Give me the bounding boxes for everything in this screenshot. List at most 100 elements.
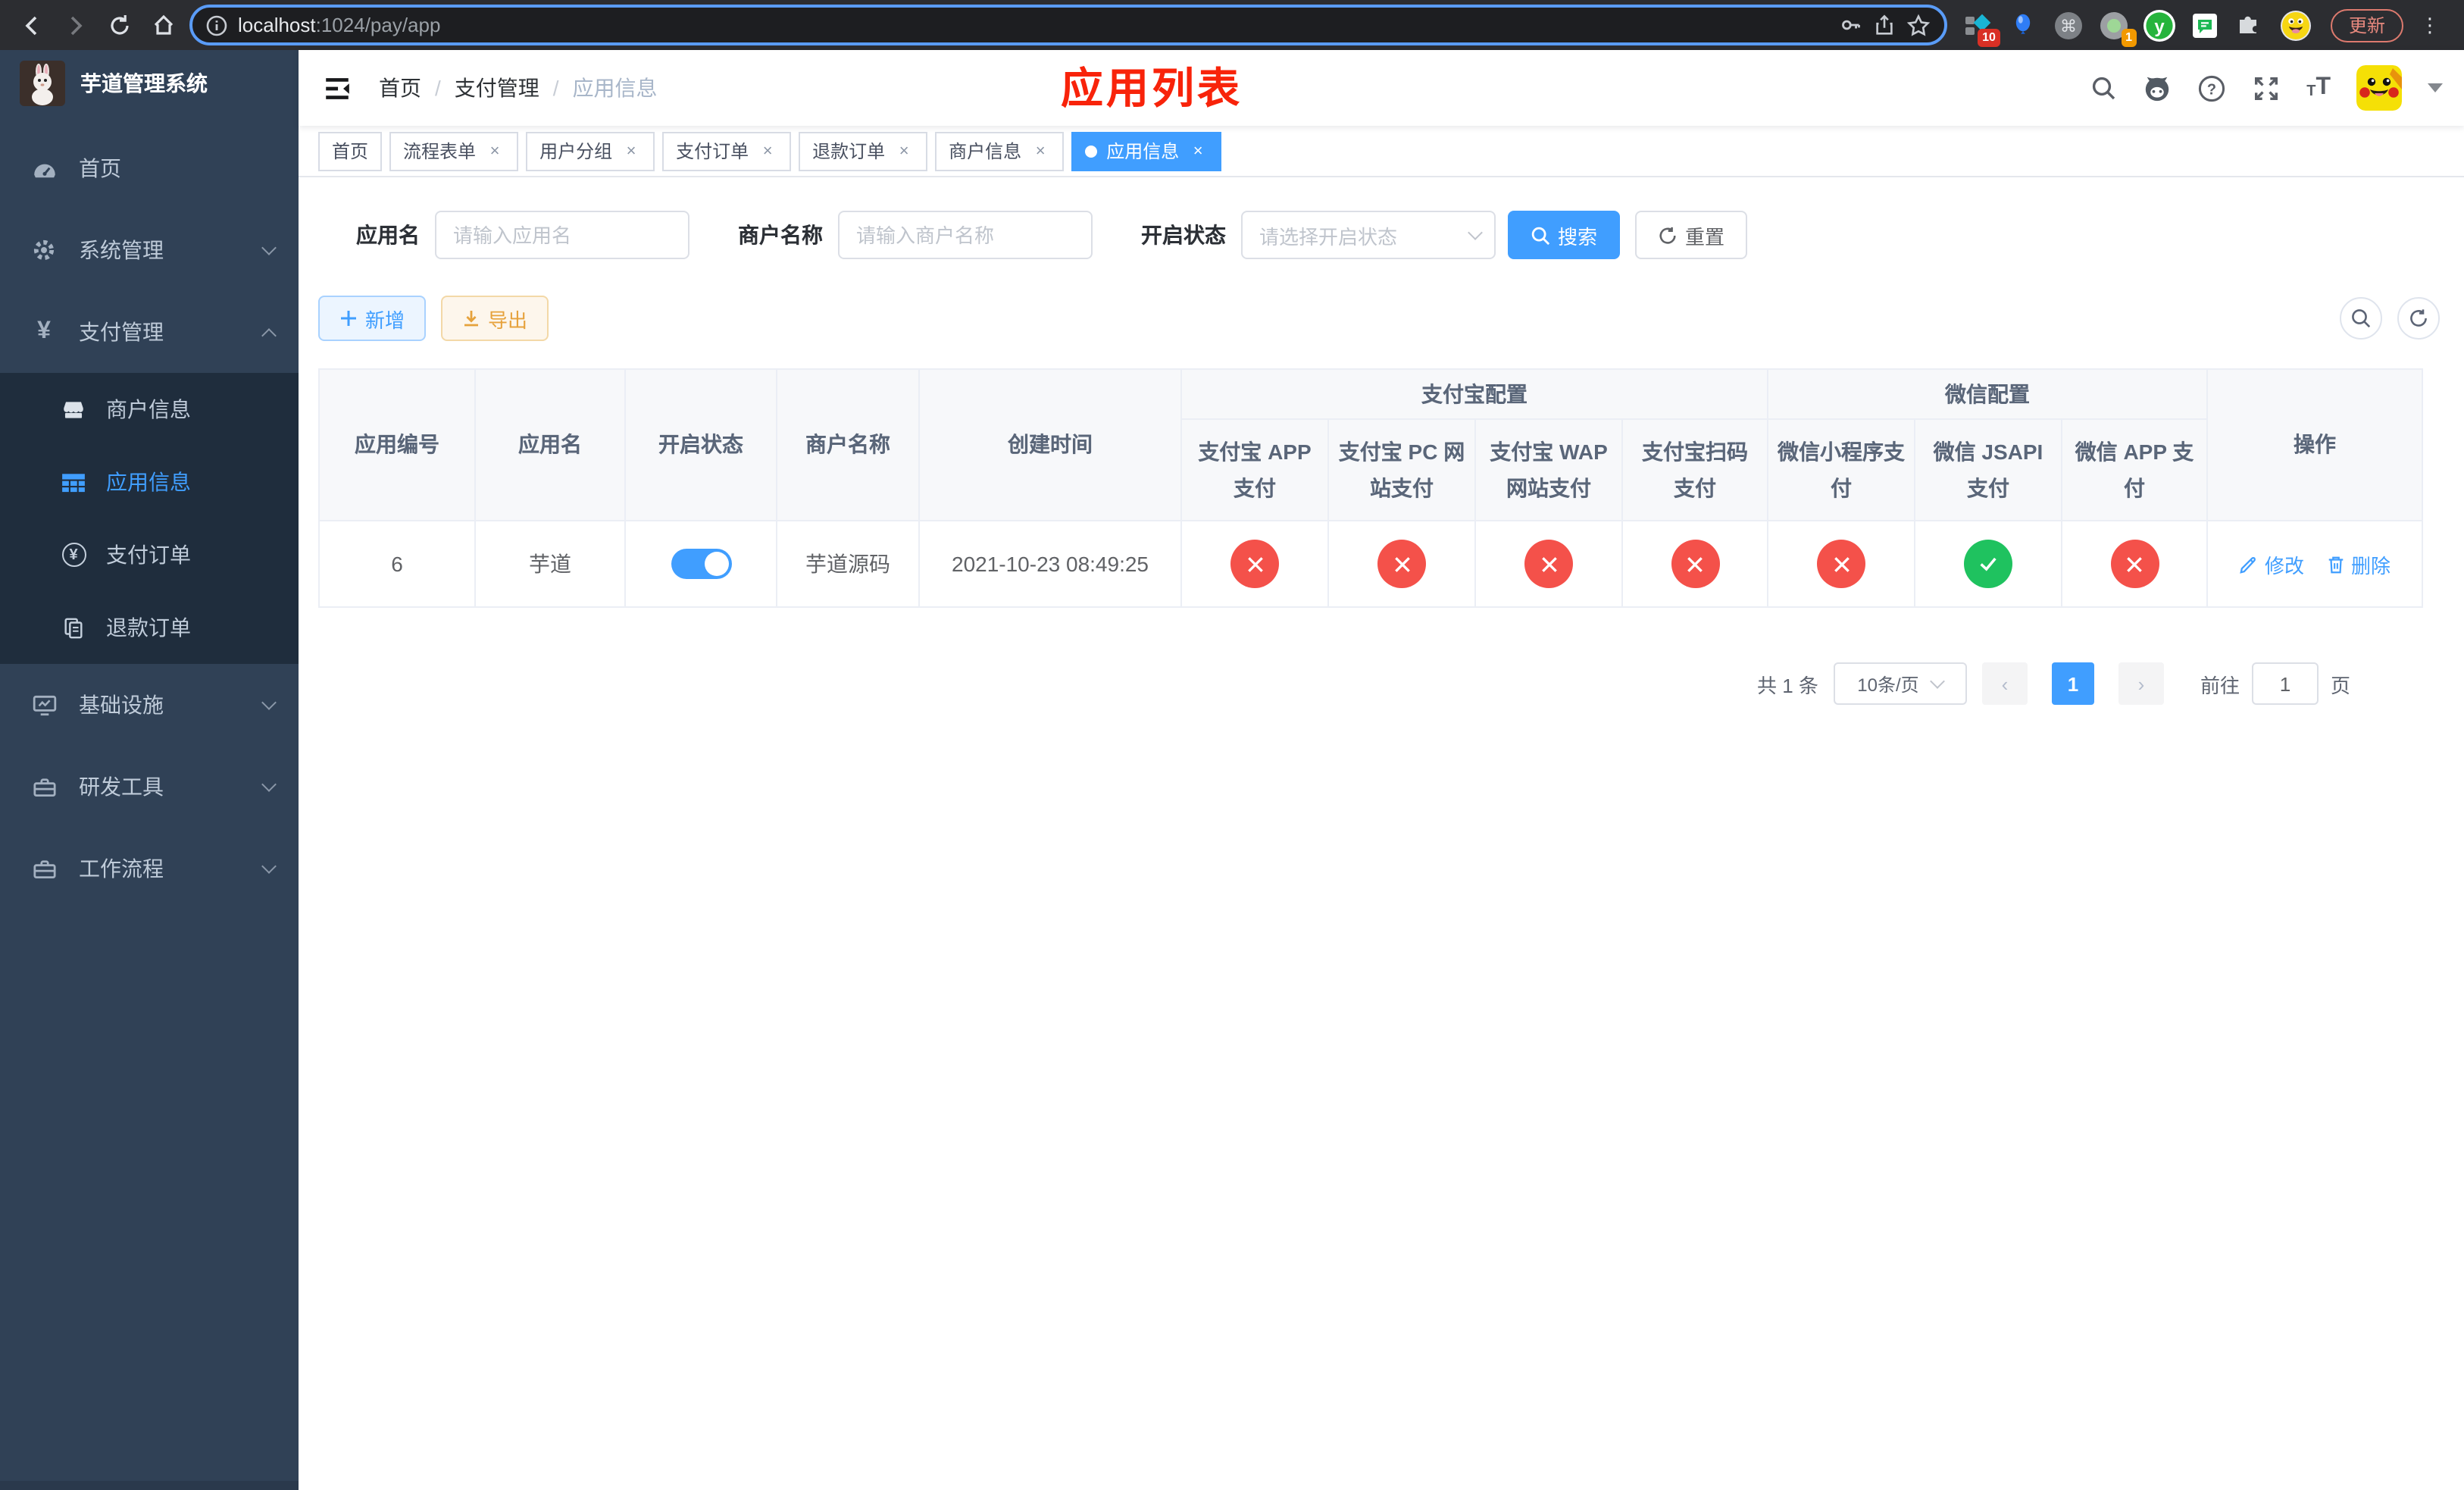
search-icon bbox=[2352, 309, 2371, 328]
refresh-table-button[interactable] bbox=[2397, 297, 2440, 340]
sidebar-item-infra[interactable]: 基础设施 bbox=[0, 664, 299, 746]
sidebar-item-refund-orders[interactable]: 退款订单 bbox=[0, 591, 299, 664]
browser-menu-dots-icon[interactable]: ⋮ bbox=[2416, 13, 2444, 37]
help-icon[interactable]: ? bbox=[2197, 74, 2226, 102]
site-info-icon[interactable] bbox=[206, 14, 227, 36]
active-dot bbox=[1085, 145, 1098, 157]
tag-label: 流程表单 bbox=[403, 141, 477, 162]
tag-user-group[interactable]: 用户分组 bbox=[526, 131, 655, 171]
current-page-button[interactable]: 1 bbox=[2051, 662, 2094, 705]
sidebar-logo[interactable]: 芋道管理系统 bbox=[0, 50, 299, 117]
browser-home-icon[interactable] bbox=[145, 7, 182, 43]
status-disabled-button[interactable] bbox=[1377, 540, 1426, 588]
close-icon[interactable] bbox=[894, 141, 914, 161]
close-icon[interactable] bbox=[1188, 141, 1208, 161]
browser-update-button[interactable]: 更新 bbox=[2330, 8, 2403, 42]
browser-profile-avatar[interactable] bbox=[2279, 8, 2312, 42]
merchant-name-input[interactable] bbox=[838, 211, 1093, 259]
address-bar[interactable]: localhost:1024/pay/app bbox=[189, 5, 1947, 45]
search-form: 应用名 商户名称 开启状态 请选择开启状态 搜索 重置 bbox=[356, 211, 2444, 259]
enable-toggle[interactable] bbox=[671, 549, 731, 579]
status-disabled-button[interactable] bbox=[1817, 540, 1865, 588]
sidebar-item-merchant-info[interactable]: 商户信息 bbox=[0, 373, 299, 446]
chevron-down-icon bbox=[261, 240, 277, 255]
svg-text:⌘: ⌘ bbox=[2060, 16, 2077, 35]
app-name-input[interactable] bbox=[435, 211, 689, 259]
fullscreen-icon[interactable] bbox=[2252, 74, 2281, 102]
tag-app-info[interactable]: 应用信息 bbox=[1071, 131, 1222, 171]
browser-forward-icon[interactable] bbox=[58, 7, 94, 43]
x-icon bbox=[1394, 556, 1409, 571]
status-disabled-button[interactable] bbox=[1524, 540, 1573, 588]
font-size-icon[interactable] bbox=[2306, 74, 2331, 102]
page-size-select[interactable]: 10条/页 bbox=[1833, 662, 1967, 705]
breadcrumb-home[interactable]: 首页 bbox=[379, 73, 421, 103]
status-disabled-button[interactable] bbox=[2110, 540, 2159, 588]
close-icon[interactable] bbox=[758, 141, 777, 161]
sidebar-item-workflow[interactable]: 工作流程 bbox=[0, 828, 299, 909]
extension-record-icon[interactable]: 1 bbox=[2097, 8, 2137, 46]
bookmark-star-icon[interactable] bbox=[1906, 13, 1931, 37]
extensions-puzzle-icon[interactable] bbox=[2234, 8, 2267, 42]
extension-diamond-icon[interactable]: 10 bbox=[1961, 8, 2000, 46]
add-button[interactable]: 新增 bbox=[318, 296, 427, 341]
close-icon[interactable] bbox=[1030, 141, 1050, 161]
export-button[interactable]: 导出 bbox=[441, 296, 549, 341]
avatar-caret-icon[interactable] bbox=[2428, 83, 2443, 92]
close-icon[interactable] bbox=[621, 141, 641, 161]
reset-button[interactable]: 重置 bbox=[1635, 211, 1748, 259]
browser-reload-icon[interactable] bbox=[102, 7, 138, 43]
extension-y-icon[interactable]: y bbox=[2143, 8, 2176, 42]
breadcrumb-payment[interactable]: 支付管理 bbox=[455, 73, 539, 103]
status-enabled-button[interactable] bbox=[1964, 540, 2012, 588]
extension-balloon-icon[interactable] bbox=[2006, 8, 2040, 42]
sidebar-collapse-icon[interactable] bbox=[320, 71, 353, 105]
col-create-time: 创建时间 bbox=[918, 368, 1182, 521]
close-icon[interactable] bbox=[485, 141, 505, 161]
goto-page-input[interactable] bbox=[2251, 662, 2319, 705]
enable-status-label: 开启状态 bbox=[1141, 223, 1226, 247]
share-icon[interactable] bbox=[1873, 14, 1896, 36]
chevron-up-icon bbox=[261, 327, 277, 343]
next-page-button[interactable]: › bbox=[2118, 662, 2164, 705]
search-icon[interactable] bbox=[2090, 74, 2117, 102]
status-disabled-button[interactable] bbox=[1230, 540, 1279, 588]
tag-home[interactable]: 首页 bbox=[318, 131, 383, 171]
show-search-button[interactable] bbox=[2340, 297, 2382, 340]
sidebar-item-system[interactable]: 系统管理 bbox=[0, 209, 299, 291]
top-navbar: 首页 / 支付管理 / 应用信息 应用列表 ? bbox=[299, 50, 2464, 126]
toolbox-icon bbox=[30, 856, 58, 881]
cell-operations: 修改 删除 bbox=[2206, 520, 2423, 608]
app-title: 芋道管理系统 bbox=[80, 71, 208, 95]
search-button[interactable]: 搜索 bbox=[1508, 211, 1621, 259]
extensions-row: 10 ⌘ 1 y 更新 ⋮ bbox=[1955, 8, 2450, 46]
browser-back-icon[interactable] bbox=[14, 7, 50, 43]
chevron-down-icon bbox=[261, 859, 277, 874]
sidebar-item-payment[interactable]: ¥ 支付管理 bbox=[0, 291, 299, 373]
cell-wechat-jsapi-status bbox=[1914, 520, 2062, 608]
cell-alipay-wap-status bbox=[1474, 520, 1623, 608]
tag-merchant-info[interactable]: 商户信息 bbox=[935, 131, 1065, 171]
sidebar-item-home[interactable]: 首页 bbox=[0, 127, 299, 209]
github-icon[interactable] bbox=[2143, 74, 2172, 102]
enable-status-select[interactable]: 请选择开启状态 bbox=[1241, 211, 1496, 259]
grid-icon bbox=[61, 469, 86, 495]
tag-label: 用户分组 bbox=[539, 141, 613, 162]
user-avatar[interactable] bbox=[2356, 65, 2402, 111]
prev-page-button[interactable]: ‹ bbox=[1981, 662, 2028, 705]
sidebar-item-dev-tools[interactable]: 研发工具 bbox=[0, 746, 299, 828]
delete-button[interactable]: 删除 bbox=[2325, 549, 2391, 578]
sidebar-item-label: 支付订单 bbox=[106, 543, 191, 567]
status-disabled-button[interactable] bbox=[1671, 540, 1719, 588]
tag-refund-orders[interactable]: 退款订单 bbox=[799, 131, 928, 171]
extension-chat-icon[interactable] bbox=[2188, 8, 2222, 42]
extension-command-icon[interactable]: ⌘ bbox=[2052, 8, 2085, 42]
tag-process-form[interactable]: 流程表单 bbox=[389, 131, 519, 171]
toolbar-right bbox=[2340, 297, 2444, 340]
password-key-icon[interactable] bbox=[1840, 14, 1862, 36]
sidebar-item-pay-orders[interactable]: 支付订单 bbox=[0, 518, 299, 591]
sidebar-item-label: 首页 bbox=[79, 156, 121, 180]
edit-button[interactable]: 修改 bbox=[2239, 549, 2304, 578]
sidebar-item-app-info[interactable]: 应用信息 bbox=[0, 446, 299, 518]
tag-pay-orders[interactable]: 支付订单 bbox=[662, 131, 792, 171]
